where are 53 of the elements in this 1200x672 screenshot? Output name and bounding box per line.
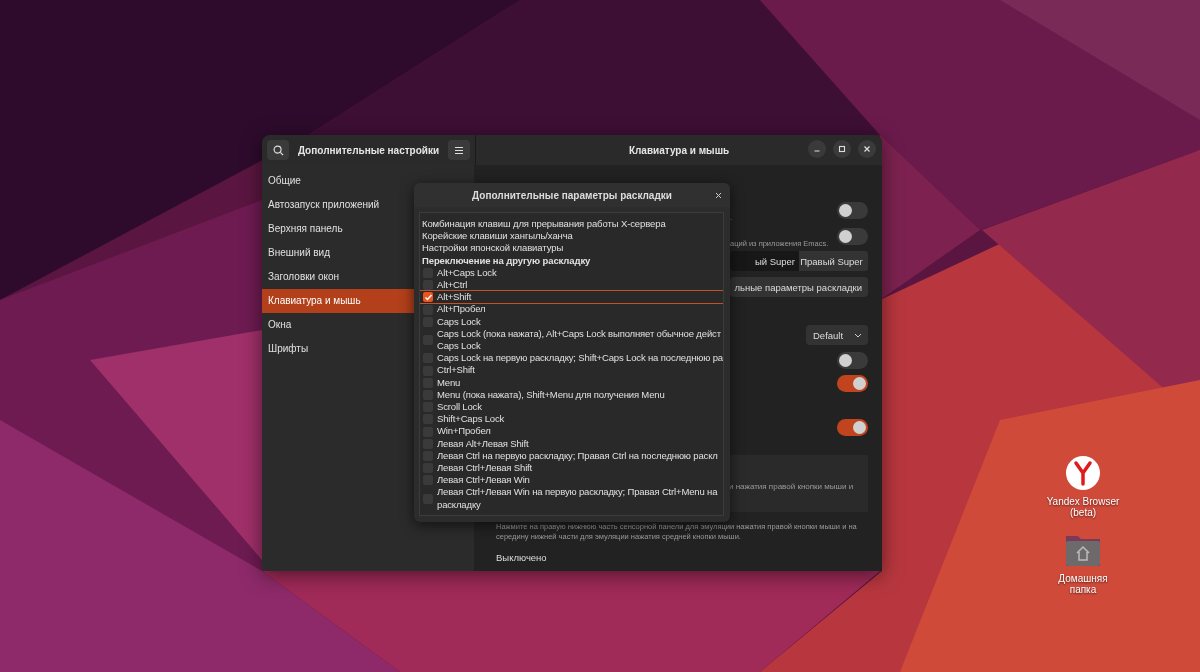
option-row[interactable]: Левая Alt+Левая Shift [420,437,723,450]
option-row[interactable]: Alt+Ctrl [420,279,723,292]
sidebar-item[interactable]: Общие [262,169,474,193]
option-row[interactable]: Menu (пока нажата), Shift+Menu для получения Menu [420,388,723,402]
window-title: Клавиатура и мышь [628,144,730,156]
setting-description: и нажатия правой кнопки мыши и [729,482,854,491]
checkbox[interactable] [423,304,433,315]
dropdown[interactable]: Default [806,325,868,345]
chevron-icon [854,332,862,338]
option-row[interactable]: Caps Lock [420,315,723,328]
option-title: Выключено [496,552,548,563]
checkbox[interactable] [423,280,433,291]
group-heading: Переключение на другую раскладку [421,254,592,267]
close-button[interactable] [858,140,876,158]
dialog-title: Дополнительные параметры раскладки [472,189,672,201]
search-button[interactable] [267,140,289,160]
menu-icon [454,145,464,155]
option-row[interactable]: Alt+Shift [420,290,723,305]
toggle-switch[interactable] [837,352,868,369]
icon-label: Домашняя папка [1057,573,1109,595]
layout-options-button[interactable]: льные параметры раскладки [730,277,868,297]
menu-button[interactable] [448,140,470,160]
list-item[interactable]: Корейские клавиши хангыль/ханча [420,230,723,243]
sidebar-title: Дополнительные настройки [297,144,440,156]
toggle-switch[interactable] [837,227,868,245]
close-icon [714,191,722,199]
maximize-button[interactable] [833,140,851,158]
option-row[interactable]: Левая Ctrl+Левая Win [420,474,723,487]
browser-icon[interactable] [1065,455,1101,491]
segment-button[interactable]: ый Super [730,251,799,271]
search-icon [272,144,284,156]
maximize-icon [838,145,846,153]
icon-label: Yandex Browser (beta) [1045,496,1121,518]
close-icon [863,145,871,153]
option-row[interactable]: Win+Пробел [420,425,723,438]
option-row[interactable]: Ctrl+Shift [420,364,723,377]
option-row[interactable]: Левая Ctrl+Левая Win на первую раскладку; Правая Ctrl+Menu на раскладку [420,486,723,511]
toggle-switch[interactable] [837,375,868,392]
toggle-switch[interactable] [837,201,868,219]
segment-button[interactable]: Правый Super [799,251,868,271]
option-row[interactable]: Caps Lock на первую раскладку; Shift+Caps Lock на последнюю ра [420,352,723,365]
option-row[interactable]: Caps Lock (пока нажата), Alt+Caps Lock выполняет обычное дейст Caps Lock [420,327,723,353]
option-row[interactable]: Alt+Caps Lock [420,266,723,279]
option-row[interactable]: Левая Ctrl+Левая Shift [420,462,723,475]
checkbox[interactable] [423,292,433,303]
list-item[interactable]: Настройки японской клавиатуры [420,242,723,255]
option-row[interactable]: Menu [420,376,723,389]
minimize-button[interactable] [808,140,826,158]
option-row[interactable]: Shift+Caps Lock [420,413,723,426]
option-row[interactable]: Scroll Lock [420,401,723,414]
list-item[interactable]: Комбинация клавиш для прерывания работы X-сервера [420,218,723,231]
toggle-switch[interactable] [837,419,868,436]
option-row[interactable]: Левая Ctrl на первую раскладку; Правая Ctrl на последнюю раскл [420,449,723,463]
